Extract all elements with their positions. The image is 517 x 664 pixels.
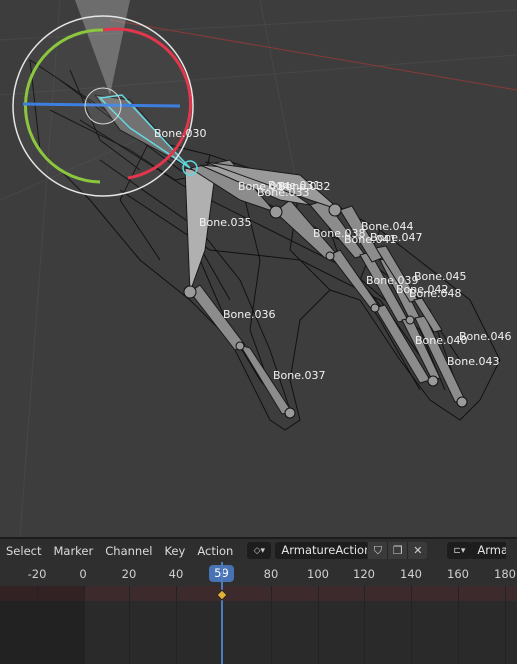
gizmo-center[interactable] (84, 87, 122, 125)
shield-icon[interactable]: ⛉ (367, 542, 388, 559)
dopesheet-channels-region[interactable] (0, 586, 517, 664)
grid-line (176, 586, 177, 664)
tick-label: 100 (307, 567, 329, 581)
grid-line (318, 586, 319, 664)
tick-label: 80 (263, 567, 279, 581)
grid-line (37, 586, 38, 664)
3d-viewport[interactable]: Bone.030 Bone.034 Bone.031 Bone.032 Bone… (0, 0, 517, 537)
menu-channel[interactable]: Channel (99, 544, 158, 558)
bone-label-033: Bone.033 (257, 186, 310, 199)
bone-label-041: Bone.041 (344, 233, 397, 246)
bone-label-048: Bone.048 (409, 287, 462, 300)
bone-label-035: Bone.035 (199, 216, 252, 229)
close-icon[interactable]: ✕ (407, 542, 428, 559)
tick-label: 160 (447, 567, 469, 581)
bone-label-040: Bone.040 (415, 334, 468, 347)
tick-label: 20 (121, 567, 137, 581)
bone-shape-035[interactable] (184, 167, 216, 293)
menu-select[interactable]: Select (0, 544, 47, 558)
action-browse-dropdown[interactable]: ◇▾ (247, 542, 272, 559)
timeline-ruler[interactable]: -20 0 20 40 80 100 120 140 160 180 59 (0, 562, 517, 586)
action-icon: ◇▾ (253, 545, 266, 556)
viewport-canvas[interactable]: Bone.030 Bone.034 Bone.031 Bone.032 Bone… (0, 0, 517, 537)
bone-label-043: Bone.043 (447, 355, 500, 368)
dopesheet-header: Select Marker Channel Key Action ◇▾ Arma… (0, 539, 517, 562)
slot-browse-dropdown[interactable]: ⊏▾ (447, 542, 472, 559)
grid-line (505, 586, 506, 664)
slot-icon: ⊏▾ (453, 545, 466, 556)
bone-label-030: Bone.030 (154, 127, 207, 140)
grid-line (364, 586, 365, 664)
bone-label-037: Bone.037 (273, 369, 326, 382)
tick-label: -20 (27, 567, 47, 581)
slot-name-field[interactable]: Arma (471, 542, 507, 559)
tick-label: 140 (400, 567, 422, 581)
pre-range-shade (0, 586, 84, 664)
duplicate-icon[interactable]: ❐ (387, 542, 408, 559)
grid-line (271, 586, 272, 664)
tick-label: 120 (353, 567, 375, 581)
tick-label: 40 (168, 567, 184, 581)
bone-label-045: Bone.045 (414, 270, 467, 283)
grid-line (84, 586, 85, 664)
grid-line (458, 586, 459, 664)
grid-line (129, 586, 130, 664)
playhead-line[interactable] (221, 562, 223, 664)
tick-label: 180 (494, 567, 516, 581)
action-name-field[interactable]: ArmatureAction (275, 542, 371, 559)
menu-marker[interactable]: Marker (47, 544, 99, 558)
grid-line (411, 586, 412, 664)
menu-action[interactable]: Action (191, 544, 239, 558)
tick-label: 0 (79, 567, 87, 581)
menu-key[interactable]: Key (158, 544, 191, 558)
bone-label-036: Bone.036 (223, 308, 276, 321)
